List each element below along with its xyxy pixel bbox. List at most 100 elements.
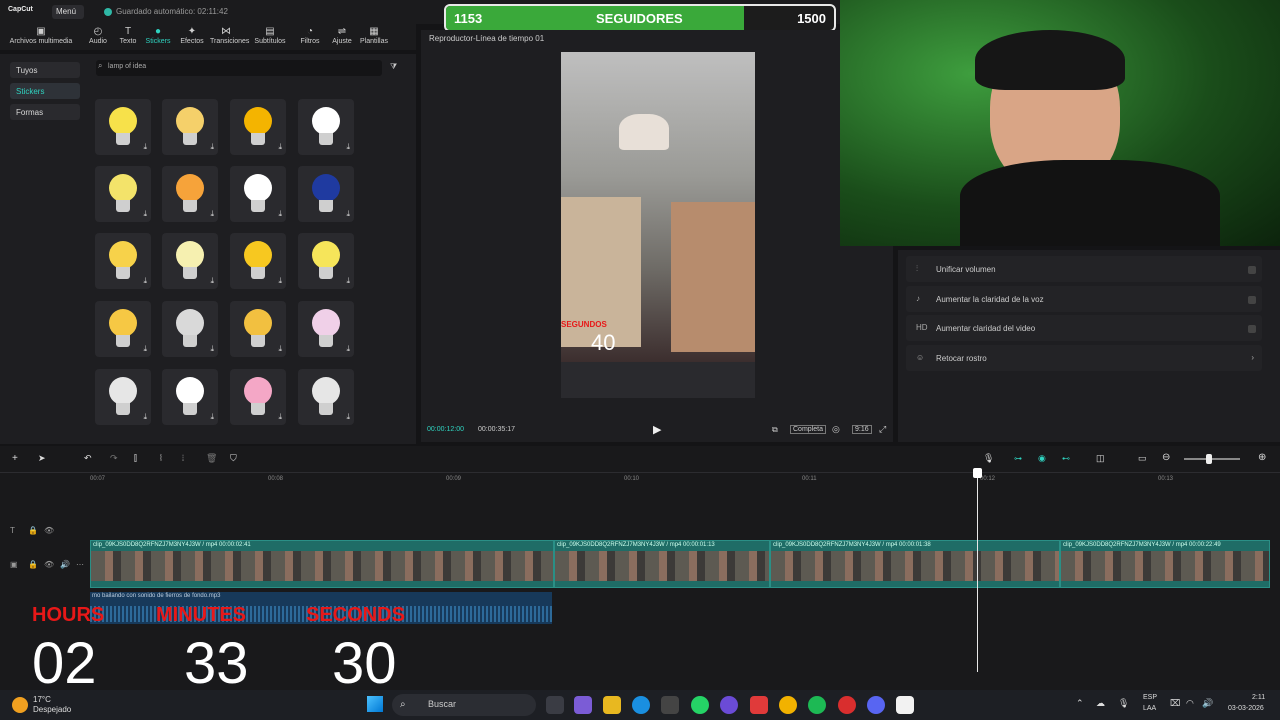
video-clip[interactable]: clip_09KJS0DD8Q2RFNZJ7M3NY4J3W / mp4 00:… <box>90 540 554 588</box>
filter-icon[interactable]: ⧩ <box>390 62 397 72</box>
menu-button[interactable]: Menú <box>52 5 84 19</box>
tool-media[interactable]: ▣ Archivos multimedia <box>6 26 76 50</box>
chrome-icon[interactable] <box>779 696 797 714</box>
video-mute-icon[interactable]: 🔊 <box>60 560 70 569</box>
tool-audio[interactable]: ◴ Audio <box>82 26 114 50</box>
undo-icon[interactable]: ↶ <box>84 453 92 464</box>
download-icon[interactable]: ⤓ <box>346 344 350 354</box>
more-icon[interactable]: ⋯ <box>76 560 84 569</box>
sticker-lightbulb[interactable]: ⤓ <box>162 233 218 289</box>
lock-icon[interactable]: 🔒 <box>28 526 38 535</box>
recorder-icon[interactable] <box>750 696 768 714</box>
setting-hd[interactable]: HD Aumentar claridad del video <box>906 315 1262 341</box>
sidebar-item-formas[interactable]: Formas <box>10 104 80 120</box>
download-icon[interactable]: ⤓ <box>346 412 350 422</box>
sticker-lightbulb[interactable]: ⤓ <box>95 166 151 222</box>
sticker-lightbulb[interactable]: ⤓ <box>230 166 286 222</box>
download-icon[interactable]: ⤓ <box>346 209 350 219</box>
edge-icon[interactable] <box>632 696 650 714</box>
file-explorer-icon[interactable] <box>603 696 621 714</box>
video-eye-icon[interactable]: 👁 <box>44 560 54 569</box>
sticker-lightbulb[interactable]: ⤓ <box>298 166 354 222</box>
sticker-lightbulb[interactable]: ⤓ <box>95 369 151 425</box>
windows-start-icon[interactable] <box>367 696 383 712</box>
discord-icon[interactable] <box>867 696 885 714</box>
sticker-lightbulb[interactable]: ⤓ <box>230 369 286 425</box>
download-icon[interactable]: ⤓ <box>143 344 147 354</box>
download-icon[interactable]: ⤓ <box>346 276 350 286</box>
mic-tray-icon[interactable]: 🎙 <box>1118 698 1129 709</box>
zoom-slider-handle[interactable] <box>1206 454 1212 464</box>
download-icon[interactable]: ⤓ <box>278 276 282 286</box>
cloud-icon[interactable]: ☁ <box>1096 698 1105 709</box>
playhead[interactable] <box>977 470 978 672</box>
spotify-icon[interactable] <box>808 696 826 714</box>
sticker-lightbulb[interactable]: ⤓ <box>298 233 354 289</box>
tool-templates[interactable]: ▦ Plantillas <box>358 26 390 50</box>
fullscreen-icon[interactable]: ⤢ <box>879 424 886 435</box>
taskbar-search[interactable]: Buscar <box>392 694 536 716</box>
task-view-icon[interactable] <box>546 696 564 714</box>
download-icon[interactable]: ⤓ <box>210 412 214 422</box>
video-clip[interactable]: clip_09KJS0DD8Q2RFNZJ7M3NY4J3W / mp4 00:… <box>770 540 1060 588</box>
trim-left-icon[interactable]: ⦚ <box>160 453 162 464</box>
snapshot-icon[interactable]: ◎ <box>832 424 840 435</box>
download-icon[interactable]: ⤓ <box>143 412 147 422</box>
chevron-up-icon[interactable]: ⌃ <box>1076 698 1084 709</box>
acrobat-icon[interactable] <box>838 696 856 714</box>
quality-button[interactable]: Completa <box>790 425 826 434</box>
magnet-icon[interactable]: ◉ <box>1038 453 1046 464</box>
trim-right-icon[interactable]: ⦙ <box>182 453 184 464</box>
toggle-switch[interactable] <box>1248 325 1256 333</box>
sticker-lightbulb[interactable]: ⤓ <box>230 99 286 155</box>
caption-icon[interactable]: ▭ <box>1138 453 1147 464</box>
download-icon[interactable]: ⤓ <box>143 142 147 152</box>
zoom-out-icon[interactable]: ⊖ <box>1162 452 1170 463</box>
sticker-lightbulb[interactable]: ⤓ <box>95 301 151 357</box>
sticker-lightbulb[interactable]: ⤓ <box>230 233 286 289</box>
select-tool-icon[interactable]: ➤ <box>38 453 46 464</box>
download-icon[interactable]: ⤓ <box>210 142 214 152</box>
tool-adjust[interactable]: ⇌ Ajuste <box>326 26 358 50</box>
sticker-lightbulb[interactable]: ⤓ <box>298 369 354 425</box>
sticker-lightbulb[interactable]: ⤓ <box>298 301 354 357</box>
setting-voice[interactable]: ♪ Aumentar la claridad de la voz <box>906 285 1262 312</box>
setting-face[interactable]: ☺ Retocar rostro › <box>906 344 1262 371</box>
preview-axis-icon[interactable]: ◫ <box>1096 453 1105 464</box>
display-icon[interactable]: ⌧ <box>1170 698 1180 709</box>
redo-icon[interactable]: ↷ <box>110 453 118 464</box>
playhead-handle[interactable] <box>973 468 982 478</box>
download-icon[interactable]: ⤓ <box>278 142 282 152</box>
sidebar-item-stickers[interactable]: Stickers <box>10 83 80 99</box>
weather-icon[interactable] <box>12 697 28 713</box>
download-icon[interactable]: ⤓ <box>210 209 214 219</box>
sticker-lightbulb[interactable]: ⤓ <box>95 233 151 289</box>
wifi-icon[interactable]: ◠ <box>1186 698 1194 709</box>
crop-icon[interactable]: ⧉ <box>772 425 778 435</box>
volume-icon[interactable]: 🔊 <box>1202 698 1213 709</box>
sticker-lightbulb[interactable]: ⤓ <box>95 99 151 155</box>
search-input[interactable]: lamp of idea <box>96 60 382 76</box>
video-lock-icon[interactable]: 🔒 <box>28 560 38 569</box>
sticker-lightbulb[interactable]: ⤓ <box>162 166 218 222</box>
tool-filters[interactable]: ◔ Filtros <box>294 26 326 50</box>
app-icon[interactable] <box>720 696 738 714</box>
capcut-icon[interactable] <box>896 696 914 714</box>
sidebar-item-tuyos[interactable]: Tuyos <box>10 62 80 78</box>
add-icon[interactable]: + <box>12 453 18 464</box>
tool-text[interactable]: T Texto <box>112 26 144 50</box>
copilot-icon[interactable] <box>574 696 592 714</box>
download-icon[interactable]: ⤓ <box>210 276 214 286</box>
split-icon[interactable]: ⫿ <box>134 453 137 464</box>
sticker-lightbulb[interactable]: ⤓ <box>162 301 218 357</box>
clock-time[interactable]: 2:11 <box>1252 694 1265 701</box>
video-clip[interactable]: clip_09KJS0DD8Q2RFNZJ7M3NY4J3W / mp4 00:… <box>554 540 770 588</box>
sticker-lightbulb[interactable]: ⤓ <box>230 301 286 357</box>
linkage-icon[interactable]: ⊷ <box>1062 454 1070 463</box>
toggle-switch[interactable] <box>1248 295 1256 304</box>
download-icon[interactable]: ⤓ <box>278 209 282 219</box>
tool-transitions[interactable]: ⋈ Transiciones <box>210 26 249 50</box>
sticker-lightbulb[interactable]: ⤓ <box>162 99 218 155</box>
microphone-icon[interactable]: 🎙 <box>983 453 994 464</box>
tool-effects[interactable]: ✦ Efectos <box>176 26 208 50</box>
